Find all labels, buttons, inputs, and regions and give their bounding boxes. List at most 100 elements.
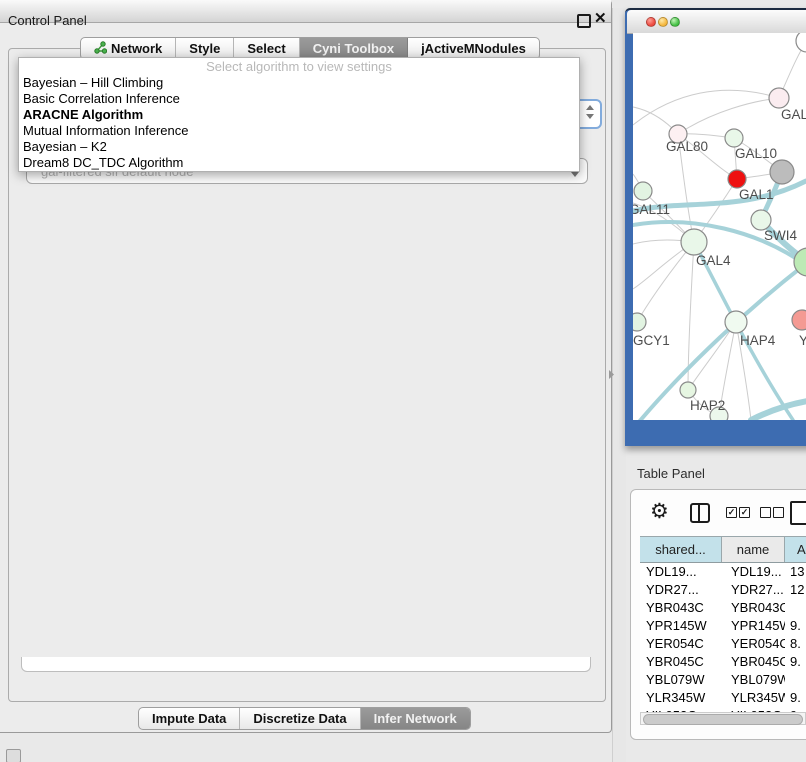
tab-jactivemnodules[interactable]: jActiveMNodules [408, 38, 539, 59]
network-graph-icon [94, 41, 107, 57]
network-node-gal10[interactable] [725, 129, 743, 147]
tab-discretize-data-label: Discretize Data [253, 711, 346, 726]
network-node-gal[interactable] [769, 88, 789, 108]
cell-name: YBR043C [722, 599, 785, 617]
cell-shared-name: YBL079W [640, 671, 722, 689]
minimize-traffic-light-icon[interactable] [658, 17, 668, 27]
network-node-swi4[interactable] [751, 210, 771, 230]
network-node-gal4[interactable] [681, 229, 707, 255]
table-row[interactable]: YPR145W YPR145W 9. [640, 617, 806, 635]
cell-shared-name: YBR045C [640, 653, 722, 671]
table-row[interactable]: YBL079W YBL079W [640, 671, 806, 689]
column-header-shared-name[interactable]: shared... [640, 537, 722, 562]
network-edge[interactable] [694, 242, 793, 420]
column-header-clipped[interactable]: A [785, 537, 806, 562]
network-node-gal11[interactable] [634, 182, 652, 200]
table-hscrollbar-thumb[interactable] [643, 714, 803, 725]
cell-value: 8. [785, 635, 806, 653]
select-all-icon[interactable]: ✓ [726, 507, 737, 518]
column-header-name[interactable]: name [722, 537, 785, 562]
tab-infer-network[interactable]: Infer Network [361, 708, 470, 729]
network-node-hap4[interactable] [725, 311, 747, 333]
float-window-icon[interactable] [577, 14, 591, 28]
node-label: GAL [781, 107, 806, 122]
deselect-all-icon[interactable] [773, 507, 784, 518]
tab-select[interactable]: Select [234, 38, 299, 59]
table-row[interactable]: YDL19... YDL19... 13 [640, 563, 806, 581]
cell-name: YBL079W [722, 671, 785, 689]
network-node-gcy1[interactable] [633, 313, 646, 331]
control-panel-titlebar [0, 0, 611, 23]
column-layout-icon[interactable] [690, 503, 710, 523]
file-export-icon[interactable] [790, 501, 806, 525]
cell-value: 12 [785, 581, 806, 599]
cell-value: 9. [785, 689, 806, 707]
close-icon[interactable]: ✕ [594, 11, 610, 27]
network-edge[interactable] [678, 98, 779, 134]
algorithm-dropdown-popup: Select algorithm to view settings Bayesi… [18, 57, 580, 172]
network-window-titlebar[interactable] [627, 10, 806, 34]
cell-shared-name: YER054C [640, 635, 722, 653]
cyni-bottom-tabs: Impute Data Discretize Data Infer Networ… [138, 707, 471, 730]
network-edge[interactable] [751, 401, 806, 420]
table-row[interactable]: YLR345W YLR345W 9. [640, 689, 806, 707]
select-all-icon[interactable]: ✓ [739, 507, 750, 518]
node-table: shared... name A YDL19... YDL19... 13 YD… [640, 536, 806, 713]
cell-name: YDR27... [722, 581, 785, 599]
tab-discretize-data[interactable]: Discretize Data [240, 708, 360, 729]
table-row[interactable]: YDR27... YDR27... 12 [640, 581, 806, 599]
cell-value: 9. [785, 617, 806, 635]
network-node-gal1-selected[interactable] [728, 170, 746, 188]
network-edge[interactable] [637, 242, 694, 322]
settings-gear-icon[interactable]: ⚙ [650, 500, 669, 524]
algorithm-option[interactable]: Basic Correlation Inference [19, 91, 579, 107]
network-graph[interactable]: GAL GAL80 GAL10 GAL1 GAL11 SWI4 GAL4 GCY… [633, 33, 806, 420]
deselect-all-icon[interactable] [760, 507, 771, 518]
algorithm-option[interactable]: Bayesian – Hill Climbing [19, 75, 579, 91]
tab-network[interactable]: Network [81, 38, 176, 59]
network-edge[interactable] [633, 90, 779, 125]
cell-name: YBR045C [722, 653, 785, 671]
table-hscrollbar-track[interactable] [640, 712, 806, 725]
cell-value [785, 671, 806, 689]
close-traffic-light-icon[interactable] [646, 17, 656, 27]
settings-viewport-bottom [21, 657, 591, 672]
network-edge[interactable] [688, 322, 736, 390]
network-node[interactable] [796, 33, 806, 52]
algorithm-option[interactable]: Dream8 DC_TDC Algorithm [19, 155, 579, 171]
stepper-arrows-icon [586, 105, 594, 119]
network-node-gray[interactable] [770, 160, 794, 184]
table-row[interactable]: YBR045C YBR045C 9. [640, 653, 806, 671]
tab-cyni-toolbox[interactable]: Cyni Toolbox [300, 38, 408, 59]
node-label: GAL10 [735, 146, 777, 161]
node-label: GAL1 [739, 187, 774, 202]
dock-panel-icon[interactable] [6, 749, 21, 762]
network-node-salmon[interactable] [792, 310, 806, 330]
tab-impute-data-label: Impute Data [152, 711, 226, 726]
table-body[interactable]: YDL19... YDL19... 13 YDR27... YDR27... 1… [640, 563, 806, 713]
panel-splitter[interactable] [612, 8, 626, 762]
network-node-hap2[interactable] [680, 382, 696, 398]
cell-name: YLR345W [722, 689, 785, 707]
table-row[interactable]: YBR043C YBR043C [640, 599, 806, 617]
algorithm-option[interactable]: Bayesian – K2 [19, 139, 579, 155]
cell-name: YPR145W [722, 617, 785, 635]
tab-style[interactable]: Style [176, 38, 234, 59]
algorithm-popup-placeholder: Select algorithm to view settings [19, 59, 579, 75]
node-label: GAL80 [666, 139, 708, 154]
tab-network-label: Network [111, 41, 162, 56]
network-canvas[interactable]: GAL GAL80 GAL10 GAL1 GAL11 SWI4 GAL4 GCY… [633, 33, 806, 420]
algorithm-option-selected[interactable]: ARACNE Algorithm [19, 107, 579, 123]
cell-shared-name: YDL19... [640, 563, 722, 581]
node-label: GAL11 [633, 202, 670, 217]
node-label: GCY1 [633, 333, 670, 348]
algorithm-option[interactable]: Mutual Information Inference [19, 123, 579, 139]
tab-style-label: Style [189, 41, 220, 56]
table-row[interactable]: YER054C YER054C 8. [640, 635, 806, 653]
table-panel-title: Table Panel [637, 466, 705, 481]
cell-name: YDL19... [722, 563, 785, 581]
tab-impute-data[interactable]: Impute Data [139, 708, 240, 729]
node-label: SWI4 [764, 228, 797, 243]
table-header-row: shared... name A [640, 536, 806, 563]
zoom-traffic-light-icon[interactable] [670, 17, 680, 27]
